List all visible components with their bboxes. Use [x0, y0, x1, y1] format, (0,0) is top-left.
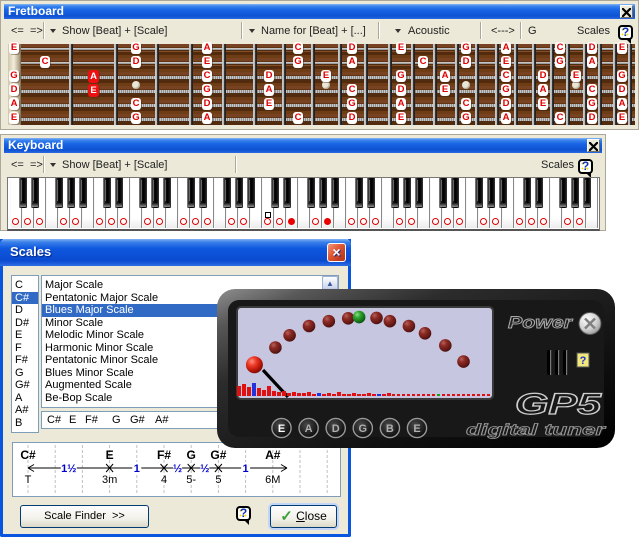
svg-text:G: G: [187, 448, 196, 462]
svg-text:?: ?: [580, 355, 587, 367]
svg-text:GP5: GP5: [515, 388, 603, 421]
svg-text:E: E: [278, 423, 285, 435]
svg-text:1: 1: [134, 463, 140, 475]
svg-text:5: 5: [215, 474, 221, 486]
svg-text:digital tuner: digital tuner: [466, 422, 606, 439]
svg-text:5-: 5-: [186, 474, 196, 486]
svg-text:½: ½: [173, 463, 182, 475]
svg-text:6M: 6M: [265, 474, 280, 486]
svg-text:A: A: [305, 423, 313, 435]
svg-text:D: D: [332, 423, 340, 435]
svg-text:C#: C#: [20, 448, 36, 462]
svg-text:A#: A#: [265, 448, 281, 462]
svg-text:½: ½: [200, 463, 209, 475]
svg-text:Power: Power: [508, 313, 574, 332]
svg-text:4: 4: [161, 474, 167, 486]
svg-text:1: 1: [243, 463, 249, 475]
svg-text:G#: G#: [210, 448, 226, 462]
svg-text:G: G: [359, 423, 368, 435]
svg-text:1½: 1½: [61, 463, 76, 475]
svg-text:F#: F#: [157, 448, 171, 462]
svg-text:E: E: [413, 423, 420, 435]
svg-text:E: E: [106, 448, 114, 462]
svg-text:T: T: [25, 474, 32, 486]
svg-text:B: B: [386, 423, 394, 435]
svg-text:3m: 3m: [102, 474, 117, 486]
